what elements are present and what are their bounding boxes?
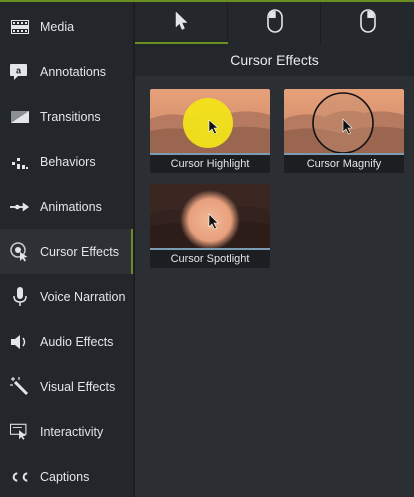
tab-left-click[interactable] xyxy=(228,2,321,44)
interactivity-icon xyxy=(10,422,30,442)
sidebar-item-label: Captions xyxy=(40,469,90,484)
sidebar-item-label: Animations xyxy=(40,199,102,214)
panel-title: Cursor Effects xyxy=(135,44,414,76)
effect-thumbnail xyxy=(150,184,270,248)
sidebar: Media a Annotations Transitions Behavior… xyxy=(0,2,133,497)
sidebar-item-visual-effects[interactable]: Visual Effects xyxy=(0,364,133,409)
sidebar-item-voice-narration[interactable]: Voice Narration xyxy=(0,274,133,319)
sidebar-item-cursor-effects[interactable]: Cursor Effects xyxy=(0,229,133,274)
annotation-callout-icon: a xyxy=(10,62,30,82)
sidebar-item-label: Cursor Effects xyxy=(40,244,119,259)
sidebar-item-behaviors[interactable]: Behaviors xyxy=(0,139,133,184)
transition-icon xyxy=(10,107,30,127)
sidebar-item-annotations[interactable]: a Annotations xyxy=(0,49,133,94)
sidebar-item-transitions[interactable]: Transitions xyxy=(0,94,133,139)
sidebar-item-media[interactable]: Media xyxy=(0,4,133,49)
speaker-icon xyxy=(10,332,30,352)
sidebar-item-label: Voice Narration xyxy=(40,289,126,304)
sidebar-item-captions[interactable]: Captions xyxy=(0,454,133,497)
sidebar-item-animations[interactable]: Animations xyxy=(0,184,133,229)
effect-label: Cursor Spotlight xyxy=(170,253,250,265)
mouse-right-click-icon xyxy=(359,8,376,38)
cursor-effects-icon xyxy=(10,241,30,262)
tab-right-click[interactable] xyxy=(321,2,414,44)
effect-thumbnail xyxy=(150,89,270,153)
film-strip-icon xyxy=(10,17,30,37)
magic-wand-icon xyxy=(10,376,30,397)
sidebar-item-label: Transitions xyxy=(40,109,101,124)
effect-label: Cursor Magnify xyxy=(306,158,382,170)
sidebar-item-label: Media xyxy=(40,19,75,34)
sidebar-item-label: Behaviors xyxy=(40,154,96,169)
sidebar-item-label: Audio Effects xyxy=(40,334,114,349)
tab-cursor[interactable] xyxy=(135,2,228,44)
sidebar-item-label: Visual Effects xyxy=(40,379,116,394)
cursor-pointer-icon xyxy=(175,11,189,36)
effect-card-cursor-highlight[interactable]: Cursor Highlight xyxy=(150,89,270,173)
mouse-left-click-icon xyxy=(266,8,283,38)
sidebar-item-interactivity[interactable]: Interactivity xyxy=(0,409,133,454)
effect-label: Cursor Highlight xyxy=(170,158,250,170)
sidebar-item-label: Annotations xyxy=(40,64,107,79)
sidebar-item-audio-effects[interactable]: Audio Effects xyxy=(0,319,133,364)
microphone-icon xyxy=(10,286,30,307)
sidebar-item-label: Interactivity xyxy=(40,424,104,439)
animation-arrow-icon xyxy=(10,197,30,217)
effect-thumbnail xyxy=(284,89,404,153)
effect-card-cursor-spotlight[interactable]: Cursor Spotlight xyxy=(150,184,270,268)
tab-bar xyxy=(135,2,414,44)
effects-panel: Cursor Effects Cursor Highlight Cursor M… xyxy=(135,2,414,497)
behaviors-icon xyxy=(10,152,30,172)
effect-card-cursor-magnify[interactable]: Cursor Magnify xyxy=(284,89,404,173)
cc-icon xyxy=(10,467,30,487)
